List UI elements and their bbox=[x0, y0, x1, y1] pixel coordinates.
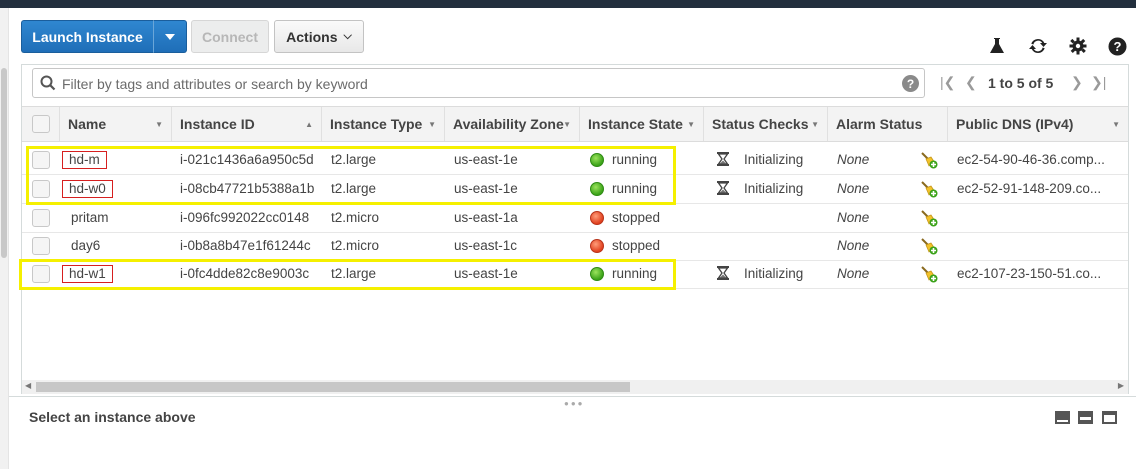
select-all-checkbox[interactable] bbox=[32, 115, 50, 133]
help-icon[interactable]: ? bbox=[1107, 36, 1127, 56]
column-label: Status Checks bbox=[712, 116, 809, 132]
column-label: Name bbox=[68, 116, 107, 132]
hourglass-icon bbox=[717, 266, 729, 283]
caret-down-icon bbox=[165, 33, 175, 40]
column-header-instance-type[interactable]: Instance Type ▼ bbox=[322, 107, 445, 141]
connect-button[interactable]: Connect bbox=[191, 20, 269, 53]
column-header-instance-state[interactable]: Instance State ▼ bbox=[580, 107, 704, 141]
search-icon bbox=[40, 75, 56, 91]
svg-text:?: ? bbox=[1113, 39, 1121, 54]
layout-full-icon[interactable] bbox=[1102, 411, 1117, 424]
column-header-availability-zone[interactable]: Availability Zone ▼ bbox=[445, 107, 580, 141]
sort-icon: ▼ bbox=[428, 120, 436, 129]
sort-icon: ▼ bbox=[687, 120, 695, 129]
instance-id: i-0b8a8b47e1f61244c bbox=[180, 238, 311, 253]
instance-name: pritam bbox=[71, 210, 109, 225]
pagination-text: 1 to 5 of 5 bbox=[988, 75, 1054, 91]
status-checks: Initializing bbox=[744, 181, 804, 196]
status-checks: Initializing bbox=[744, 152, 804, 167]
instance-name: day6 bbox=[71, 238, 101, 253]
hourglass-icon bbox=[717, 181, 729, 198]
column-header-status-checks[interactable]: Status Checks ▼ bbox=[704, 107, 828, 141]
availability-zone: us-east-1a bbox=[454, 210, 518, 225]
instance-id: i-096fc992022cc0148 bbox=[180, 210, 310, 225]
flask-icon[interactable] bbox=[987, 36, 1007, 56]
scroll-left-icon[interactable]: ◀ bbox=[25, 381, 31, 390]
column-label: Instance Type bbox=[330, 116, 423, 132]
public-dns: ec2-107-23-150-51.co... bbox=[957, 266, 1102, 281]
create-alarm-icon[interactable] bbox=[920, 209, 938, 230]
scrollbar-thumb[interactable] bbox=[1, 68, 7, 258]
create-alarm-icon[interactable] bbox=[920, 265, 938, 286]
stopped-status-icon bbox=[590, 211, 604, 225]
alarm-status: None bbox=[837, 266, 870, 281]
column-header-public-dns[interactable]: Public DNS (IPv4) ▼ bbox=[948, 107, 1128, 141]
create-alarm-icon[interactable] bbox=[920, 237, 938, 258]
first-page-icon[interactable]: |❮ bbox=[940, 74, 955, 91]
instance-type: t2.micro bbox=[331, 210, 380, 225]
select-all-cell bbox=[22, 107, 60, 141]
column-label: Instance ID bbox=[180, 116, 255, 132]
column-label: Alarm Status bbox=[836, 116, 923, 132]
alarm-status: None bbox=[837, 210, 870, 225]
left-scrollbar[interactable] bbox=[0, 8, 9, 469]
table-row[interactable]: pritam i-096fc992022cc0148 t2.micro us-east… bbox=[22, 204, 1128, 233]
layout-split-icon[interactable] bbox=[1078, 411, 1093, 424]
create-alarm-icon[interactable] bbox=[920, 151, 938, 172]
public-dns: ec2-54-90-46-36.comp... bbox=[957, 152, 1105, 167]
highlight-box bbox=[26, 146, 676, 205]
actions-button[interactable]: Actions ⌵ bbox=[274, 20, 364, 53]
resize-grip-icon[interactable]: ●●● bbox=[564, 399, 585, 408]
gear-icon[interactable] bbox=[1068, 36, 1088, 56]
row-checkbox[interactable] bbox=[32, 209, 50, 227]
instance-state: stopped bbox=[612, 210, 661, 225]
column-label: Availability Zone bbox=[453, 116, 564, 132]
actions-label: Actions bbox=[286, 28, 338, 45]
alarm-status: None bbox=[837, 152, 870, 167]
sort-icon: ▼ bbox=[563, 120, 571, 129]
alarm-status: None bbox=[837, 181, 870, 196]
stopped-status-icon bbox=[590, 239, 604, 253]
table-row[interactable]: day6 i-0b8a8b47e1f61244c t2.micro us-east-1… bbox=[22, 232, 1128, 261]
column-label: Instance State bbox=[588, 116, 683, 132]
next-page-icon[interactable]: ❯ bbox=[1071, 74, 1083, 91]
public-dns: ec2-52-91-148-209.co... bbox=[957, 181, 1102, 196]
instance-type: t2.micro bbox=[331, 238, 380, 253]
search-placeholder: Filter by tags and attributes or search … bbox=[62, 76, 368, 92]
prev-page-icon[interactable]: ❮ bbox=[965, 74, 977, 91]
column-label: Public DNS (IPv4) bbox=[956, 116, 1074, 132]
alarm-status: None bbox=[837, 238, 870, 253]
status-checks: Initializing bbox=[744, 266, 804, 281]
column-header-alarm-status[interactable]: Alarm Status bbox=[828, 107, 948, 141]
layout-bottom-icon[interactable] bbox=[1055, 411, 1070, 424]
sort-icon: ▼ bbox=[155, 120, 163, 129]
details-pane: ●●● Select an instance above bbox=[9, 396, 1136, 469]
horizontal-scrollbar[interactable]: ◀ ▶ bbox=[22, 380, 1128, 394]
sort-icon: ▼ bbox=[1112, 120, 1120, 129]
column-header-name[interactable]: Name ▼ bbox=[60, 107, 172, 141]
scrollbar-thumb[interactable] bbox=[36, 382, 630, 392]
row-checkbox[interactable] bbox=[32, 237, 50, 255]
search-help-icon[interactable]: ? bbox=[902, 75, 919, 92]
chevron-down-icon: ⌵ bbox=[343, 30, 352, 42]
launch-dropdown-button[interactable] bbox=[153, 20, 187, 53]
column-header-instance-id[interactable]: Instance ID ▲ bbox=[172, 107, 322, 141]
highlight-box bbox=[19, 259, 676, 290]
sort-asc-icon: ▲ bbox=[305, 120, 313, 129]
availability-zone: us-east-1c bbox=[454, 238, 518, 253]
table-header: Name ▼ Instance ID ▲ Instance Type ▼ Availa… bbox=[22, 106, 1128, 142]
sort-icon: ▼ bbox=[811, 120, 819, 129]
refresh-icon[interactable] bbox=[1028, 36, 1048, 56]
details-message: Select an instance above bbox=[29, 409, 196, 425]
hourglass-icon bbox=[717, 152, 729, 169]
create-alarm-icon[interactable] bbox=[920, 180, 938, 201]
last-page-icon[interactable]: ❯| bbox=[1091, 74, 1106, 91]
top-nav-bar bbox=[0, 0, 1136, 8]
launch-instance-button[interactable]: Launch Instance bbox=[21, 20, 153, 53]
scroll-right-icon[interactable]: ▶ bbox=[1118, 381, 1124, 390]
instance-state: stopped bbox=[612, 238, 661, 253]
search-input[interactable]: Filter by tags and attributes or search … bbox=[32, 68, 925, 98]
